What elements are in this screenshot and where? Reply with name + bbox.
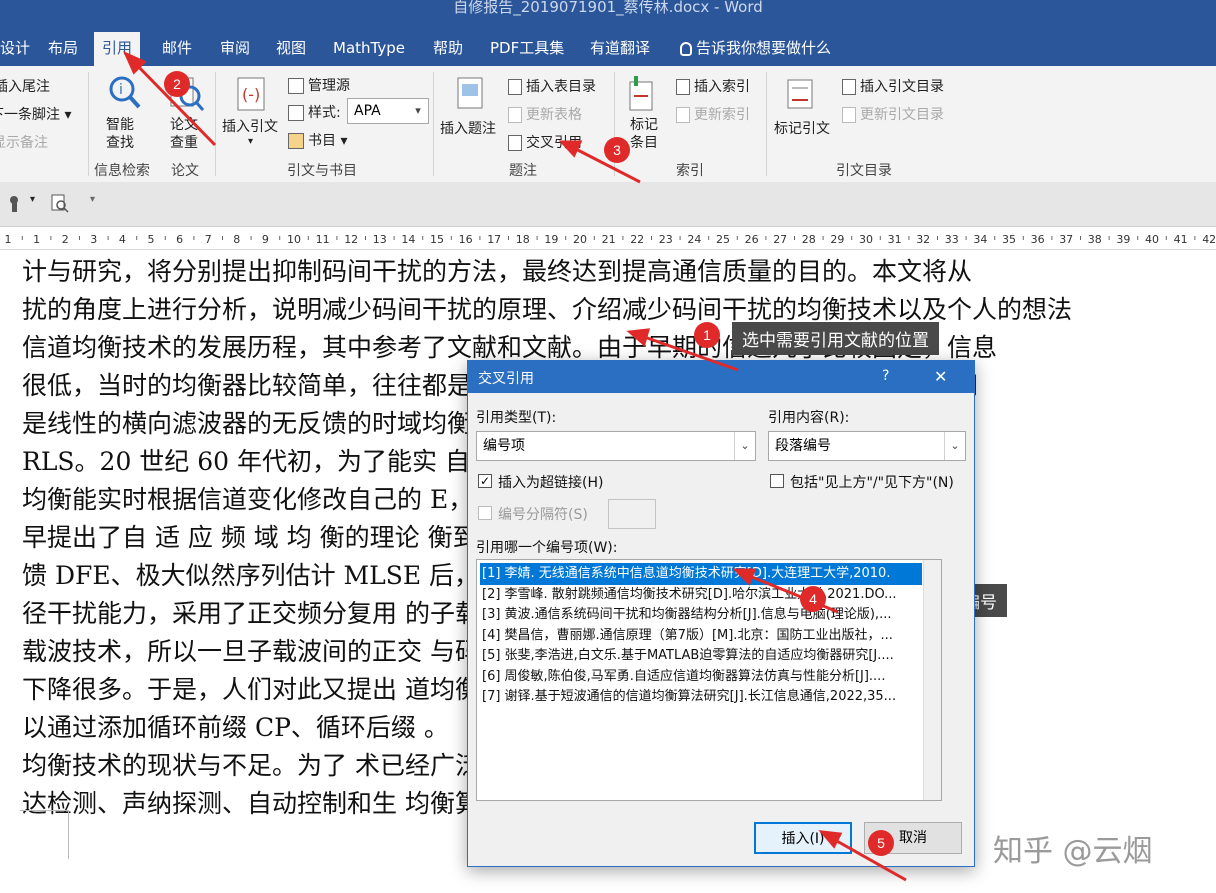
arrow-1: [635, 332, 739, 372]
annotation-arrows: [123, 51, 907, 882]
zhihu-watermark: 知乎 @云烟: [993, 834, 1153, 869]
step-badge-1: 1: [694, 322, 720, 348]
arrow-5-head: [818, 830, 843, 849]
step-badge-5: 5: [868, 830, 894, 856]
step-badge-2: 2: [164, 71, 190, 97]
arrow-5: [827, 834, 907, 882]
arrow-3-head: [558, 140, 583, 158]
step-badge-4: 4: [800, 586, 826, 612]
arrow-4-head: [732, 568, 757, 586]
step-badge-3: 3: [604, 137, 630, 163]
arrow-1-head: [626, 328, 651, 347]
